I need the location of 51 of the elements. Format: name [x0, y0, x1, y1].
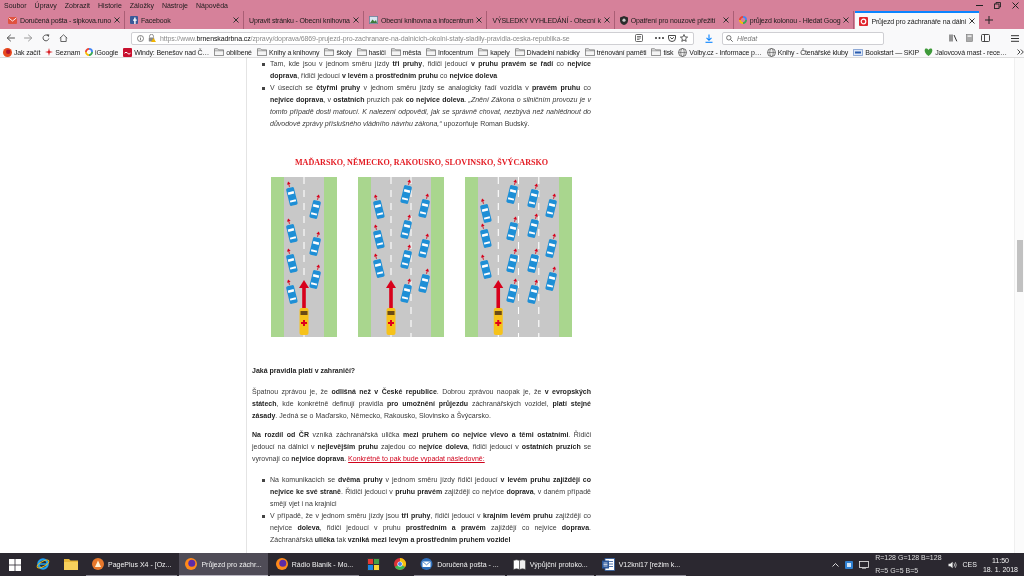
- close-icon[interactable]: [968, 18, 975, 24]
- sidebar-icon[interactable]: [981, 34, 990, 42]
- shield-icon: [619, 15, 628, 25]
- ring-logo-icon: [394, 558, 407, 570]
- folder-icon: [64, 558, 78, 570]
- circle-logo-icon: [92, 558, 104, 570]
- app-tray-icon[interactable]: [845, 560, 854, 569]
- scrollbar-thumb[interactable]: [1017, 240, 1023, 292]
- spark-icon: [45, 48, 54, 56]
- bullet-icon: [262, 479, 265, 482]
- padlock-icon[interactable]: [148, 34, 156, 42]
- library-icon[interactable]: [949, 34, 958, 42]
- menu-icon[interactable]: [1011, 34, 1019, 42]
- star-icon[interactable]: [680, 34, 688, 42]
- envelope-icon: [8, 16, 17, 24]
- figure-title: MAĎARSKO, NĚMECKO, RAKOUSKO, SLOVINSKO, ŠVÝCARSKO: [293, 157, 550, 169]
- plus-icon[interactable]: [984, 16, 993, 24]
- reload-icon[interactable]: [42, 34, 50, 42]
- heart-icon: [924, 48, 934, 56]
- badge-logo-icon: [853, 48, 864, 56]
- square-logo-icon: [859, 16, 869, 26]
- circle-logo-icon: [275, 558, 288, 570]
- bullet-icon: [262, 63, 265, 66]
- caret-up-icon[interactable]: [832, 562, 840, 567]
- back-icon[interactable]: [6, 34, 15, 42]
- pocket-icon[interactable]: [668, 34, 676, 42]
- tile-logo-icon: [367, 557, 381, 571]
- monitor-icon[interactable]: [859, 560, 870, 569]
- search-icon: [726, 34, 733, 42]
- circle-logo-icon: [3, 47, 12, 57]
- ring-logo-icon: [738, 16, 747, 24]
- info-icon[interactable]: [137, 34, 144, 42]
- document-logo-icon: [601, 557, 615, 571]
- ring-logo-icon: [36, 557, 50, 571]
- bullet-icon: [262, 515, 265, 518]
- speaker-icon[interactable]: [947, 560, 957, 569]
- bullet-icon: [262, 87, 265, 90]
- square-logo-icon: [130, 16, 138, 24]
- book-icon: [512, 558, 526, 570]
- download-icon[interactable]: [705, 33, 713, 43]
- restore-icon[interactable]: [993, 2, 1001, 9]
- ring-logo-icon: [85, 48, 94, 56]
- envelope-icon: [420, 558, 434, 570]
- home-icon[interactable]: [59, 34, 68, 42]
- windows-logo-icon[interactable]: [9, 558, 21, 571]
- chevron-icon[interactable]: [1016, 49, 1024, 55]
- reader-view-icon[interactable]: [635, 34, 643, 42]
- picture-icon: [368, 16, 378, 24]
- minimize-icon[interactable]: [975, 5, 983, 6]
- circle-logo-icon: [185, 558, 198, 570]
- close-icon[interactable]: [1011, 2, 1019, 9]
